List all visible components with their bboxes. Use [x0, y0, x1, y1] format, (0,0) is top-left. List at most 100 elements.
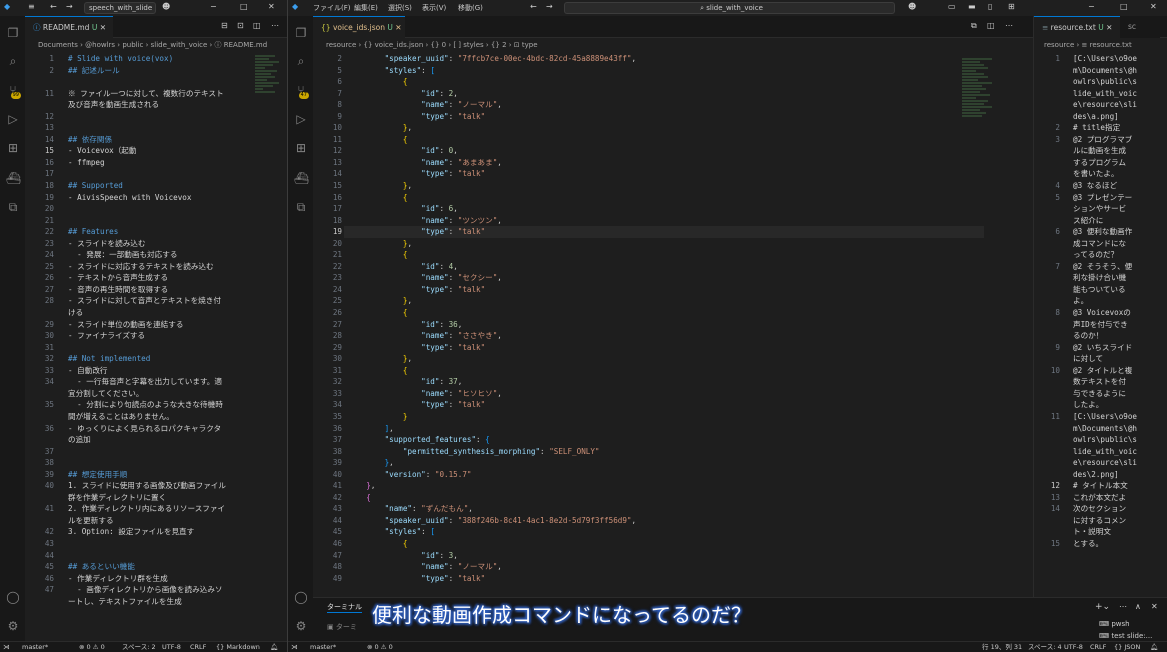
code-line[interactable]: {: [348, 76, 988, 88]
layout-side-icon[interactable]: ▯: [988, 2, 992, 11]
resource-line[interactable]: 7 @2 そうそう、便 利な掛け合い機 能もついている よ。: [1034, 261, 1167, 307]
code-line[interactable]: [68, 342, 250, 354]
resource-line[interactable]: 14 次のセクション に対するコメン ト・説明文: [1034, 503, 1167, 538]
code-line[interactable]: {: [348, 192, 988, 204]
eol-status[interactable]: CRLF: [190, 642, 206, 652]
terminal-item[interactable]: ⌨ pwsh: [1099, 618, 1152, 630]
resource-line[interactable]: 15 とする。: [1034, 538, 1167, 550]
menu-selection[interactable]: 選択(S): [388, 3, 412, 13]
code-line[interactable]: ルを更新する: [68, 515, 250, 527]
problems-status[interactable]: ⊗ 0 ⚠ 0: [79, 642, 105, 652]
code-line[interactable]: "type": "talk": [348, 399, 988, 411]
extensions-icon[interactable]: ⊞: [294, 141, 308, 155]
code-line[interactable]: [68, 111, 250, 123]
split-editor-icon[interactable]: ◫: [987, 21, 995, 30]
source-control-icon[interactable]: ⑂ 99: [6, 83, 21, 99]
code-line[interactable]: "name": "ツンツン",: [348, 215, 988, 227]
code-line[interactable]: 2. 作業ディレクトリ内にあるリソースファイ: [68, 503, 250, 515]
code-line[interactable]: ## あるといい機能: [68, 561, 250, 573]
code-line[interactable]: - 作業ディレクトリ群を生成: [68, 573, 250, 585]
code-line[interactable]: "name": "ヒソヒソ",: [348, 388, 988, 400]
code-line[interactable]: ## Features: [68, 226, 250, 238]
code-line[interactable]: "name": "セクシー",: [348, 272, 988, 284]
code-line[interactable]: "name": "ずんだもん",: [348, 503, 988, 515]
settings-gear-icon[interactable]: ⚙: [294, 619, 308, 633]
code-line[interactable]: の追加: [68, 434, 250, 446]
code-line[interactable]: 3. Option: 設定ファイルを見直す: [68, 526, 250, 538]
menu-file[interactable]: ファイル(F): [313, 3, 351, 13]
code-line[interactable]: [68, 538, 250, 550]
search-icon[interactable]: ⌕: [294, 54, 308, 68]
code-line[interactable]: },: [348, 238, 988, 250]
language-status[interactable]: {} Markdown: [216, 642, 260, 652]
bell-icon[interactable]: 🔔︎: [270, 642, 278, 652]
back-arrow-icon[interactable]: ←: [530, 2, 537, 11]
command-search-input[interactable]: ⌕ slide_with_voice: [564, 2, 895, 14]
code-line[interactable]: - 発展：一部動画も対応する: [68, 249, 250, 261]
code-line[interactable]: ## 依存関係: [68, 134, 250, 146]
code-line[interactable]: [68, 122, 250, 134]
panel-maximize-icon[interactable]: ∧: [1135, 602, 1141, 611]
terminal-prompt[interactable]: ▣ ターミ: [327, 622, 357, 632]
tab-resource-txt[interactable]: ≡ resource.txt U ✕: [1034, 16, 1120, 38]
code-line[interactable]: "type": "talk": [348, 284, 988, 296]
code-line[interactable]: "id": 37,: [348, 376, 988, 388]
new-terminal-icon[interactable]: +⌄: [1095, 602, 1110, 612]
code-line[interactable]: ## Not implemented: [68, 353, 250, 365]
code-line[interactable]: {: [348, 249, 988, 261]
command-search-input[interactable]: speech_with_slide: [84, 2, 156, 14]
maximize-icon[interactable]: □: [1120, 2, 1128, 11]
code-line[interactable]: "type": "talk": [348, 226, 988, 238]
resource-line[interactable]: 11 [C:\Users\o9oe m\Documents\@h owlrs\pu…: [1034, 411, 1167, 480]
bell-icon[interactable]: 🔔︎: [1150, 642, 1158, 652]
code-line[interactable]: },: [348, 295, 988, 307]
menu-edit[interactable]: 編集(E): [354, 3, 378, 13]
menu-icon[interactable]: ≡: [28, 2, 35, 11]
tab-voice-ids-json[interactable]: {} voice_ids.json U ✕: [313, 16, 405, 38]
explorer-icon[interactable]: ❐: [6, 26, 20, 40]
forward-arrow-icon[interactable]: →: [546, 2, 553, 11]
code-line[interactable]: [68, 446, 250, 458]
code-line[interactable]: ※ ファイル一つに対して、複数行のテキスト: [68, 88, 250, 100]
language-status[interactable]: {} JSON: [1114, 642, 1140, 652]
problems-status[interactable]: ⊗ 0 ⚠ 0: [367, 642, 393, 652]
code-line[interactable]: {: [348, 365, 988, 377]
tab-close-icon[interactable]: ✕: [100, 23, 106, 32]
code-line[interactable]: - 自動改行: [68, 365, 250, 377]
code-line[interactable]: "id": 0,: [348, 145, 988, 157]
code-line[interactable]: ## 記述ルール: [68, 65, 250, 77]
code-line[interactable]: - ゆっくりによく見られるロパクキャラクタ: [68, 423, 250, 435]
code-line[interactable]: "speaker_uuid": "7ffcb7ce-00ec-4bdc-82cd…: [348, 53, 988, 65]
code-line[interactable]: # Slide with voice(vox): [68, 53, 250, 65]
split-editor-icon[interactable]: ◫: [253, 21, 261, 30]
tab-readme[interactable]: ⓘ README.md U ✕: [25, 16, 113, 38]
code-line[interactable]: "permitted_synthesis_morphing": "SELF_ON…: [348, 446, 988, 458]
code-line[interactable]: [68, 76, 250, 88]
code-line[interactable]: "name": "ノーマル",: [348, 561, 988, 573]
eol-status[interactable]: CRLF: [1090, 642, 1106, 652]
code-line[interactable]: "id": 2,: [348, 88, 988, 100]
branch-status[interactable]: master*: [22, 642, 48, 652]
panel-close-icon[interactable]: ✕: [1151, 602, 1158, 611]
minimize-icon[interactable]: −: [1088, 2, 1095, 11]
close-icon[interactable]: ✕: [1150, 2, 1157, 11]
code-line[interactable]: [68, 457, 250, 469]
code-line[interactable]: - 音声の再生時間を取得する: [68, 284, 250, 296]
more-actions-icon[interactable]: ⋯: [271, 21, 279, 30]
docker-icon[interactable]: ⛴: [294, 171, 309, 185]
encoding-status[interactable]: UTF-8: [162, 642, 181, 652]
code-line[interactable]: "type": "talk": [348, 111, 988, 123]
code-line[interactable]: },: [348, 122, 988, 134]
side-breadcrumb[interactable]: resource › ≡ resource.txt: [1044, 38, 1164, 52]
resource-line[interactable]: 6 @3 便利な動画作 成コマンドにな ってるのだ？: [1034, 226, 1167, 261]
code-line[interactable]: ける: [68, 307, 250, 319]
branch-status[interactable]: master*: [310, 642, 336, 652]
code-line[interactable]: },: [348, 457, 988, 469]
remote-icon[interactable]: ⋊: [291, 642, 298, 652]
json-editor[interactable]: "speaker_uuid": "7ffcb7ce-00ec-4bdc-82cd…: [348, 53, 988, 598]
resource-line[interactable]: 5 @3 プレゼンテー ションやサービ ス紹介に: [1034, 192, 1167, 227]
open-changes-icon[interactable]: ⊟: [221, 21, 228, 30]
minimize-icon[interactable]: −: [210, 2, 217, 11]
code-line[interactable]: [68, 203, 250, 215]
resource-line[interactable]: 2 # title指定: [1034, 122, 1167, 134]
